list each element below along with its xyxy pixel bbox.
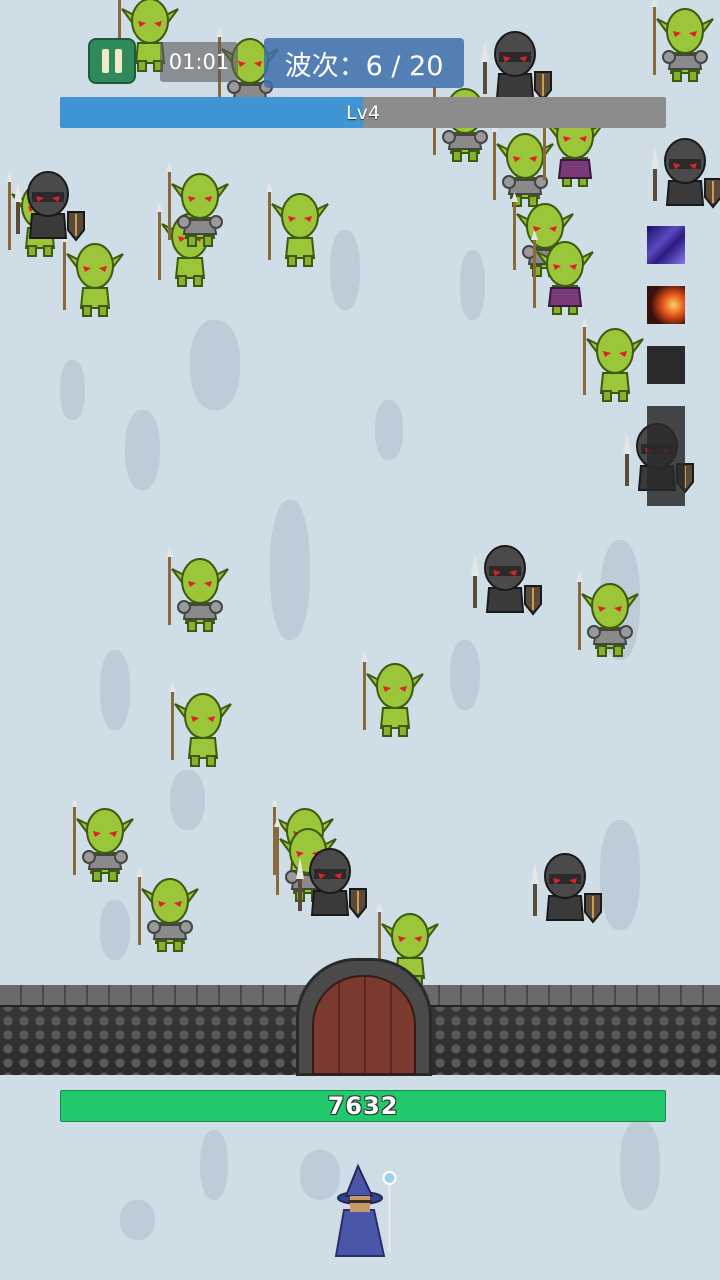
ground-patch (170, 770, 205, 830)
ground-patch (375, 400, 403, 460)
ground-patch (450, 640, 480, 710)
xp-bar: Lv4 (60, 97, 666, 128)
pause-icon (115, 49, 122, 73)
ground-patch (60, 360, 85, 420)
goblin-enemy (130, 865, 210, 955)
wall-hp-bar: 7632 (60, 1090, 666, 1122)
goblin-enemy (355, 650, 435, 740)
dark-knight-enemy (525, 840, 605, 930)
ground-patch (190, 320, 240, 410)
wall-hp-value: 7632 (327, 1092, 399, 1120)
fire-strike-icon[interactable] (647, 286, 685, 324)
ground-patch (100, 650, 130, 730)
castle-gate (312, 975, 416, 1075)
wizard-player (318, 1160, 408, 1260)
ground-patch (200, 1130, 228, 1200)
wave-counter: 波次：6 / 20 (264, 38, 464, 88)
empty-skill-slot[interactable] (647, 406, 685, 506)
dark-knight-enemy (475, 18, 555, 108)
ground-patch (460, 250, 485, 320)
goblin-enemy (260, 180, 340, 270)
ground-patch (100, 900, 130, 960)
pause-icon (102, 49, 109, 73)
dark-knight-enemy (465, 532, 545, 622)
dark-knight-enemy (645, 125, 720, 215)
pause-button[interactable] (88, 38, 136, 84)
game-timer: 01:01 (160, 42, 238, 82)
dark-knight-enemy (8, 158, 88, 248)
ground-patch (120, 1200, 155, 1240)
goblin-enemy (645, 0, 720, 85)
goblin-enemy (570, 570, 650, 660)
dark-knight-enemy (290, 835, 370, 925)
goblin-enemy (163, 680, 243, 770)
goblin-enemy (575, 315, 655, 405)
ground-patch (600, 820, 640, 930)
level-label: Lv4 (346, 101, 380, 124)
goblin-enemy (160, 545, 240, 635)
ground-patch (125, 410, 160, 490)
empty-skill-slot[interactable] (647, 346, 685, 384)
arcane-storm-icon[interactable] (647, 226, 685, 264)
goblin-enemy (160, 160, 240, 250)
ground-patch (270, 500, 310, 640)
game-stage[interactable]: 7632 01:01 波次：6 / 20 Lv4 (0, 0, 720, 1280)
goblin-enemy (525, 228, 605, 318)
ground-patch (620, 1120, 660, 1210)
